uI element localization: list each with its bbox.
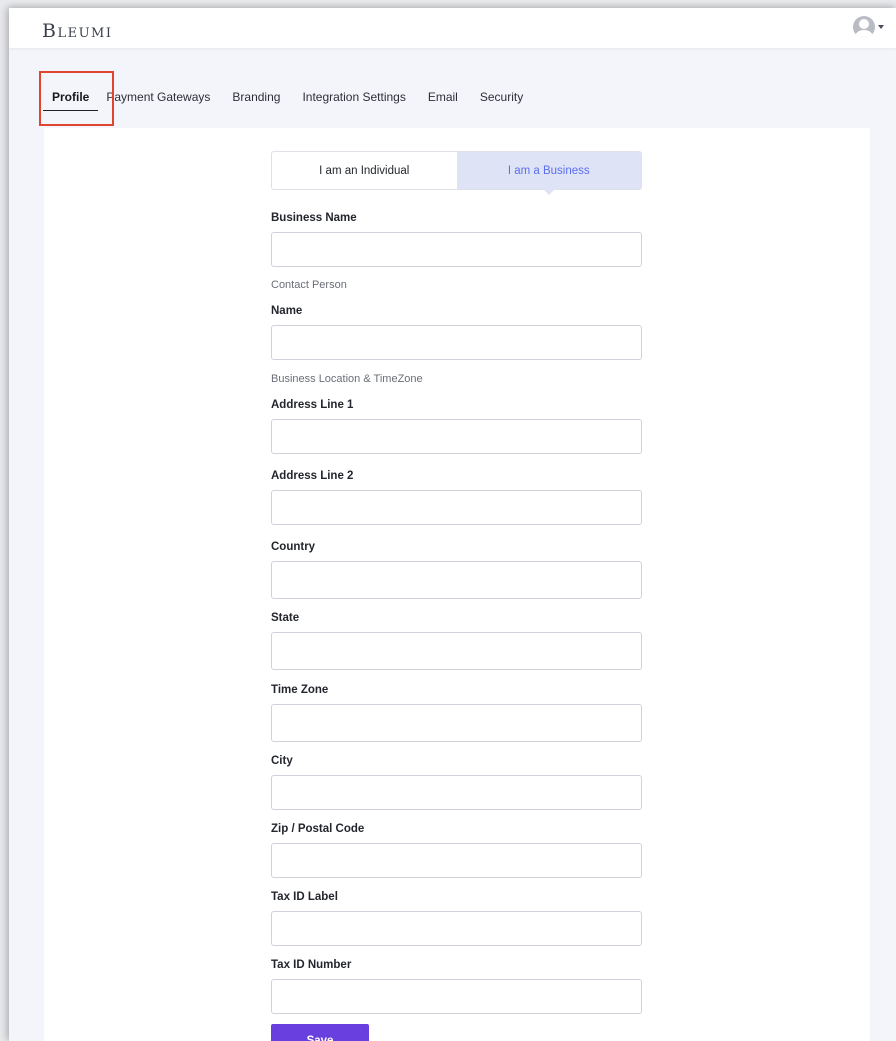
tab-email[interactable]: Email xyxy=(428,84,458,117)
name-input[interactable] xyxy=(271,325,642,360)
profile-form: I am an Individual I am a Business Busin… xyxy=(271,151,642,1041)
address-line-1-input[interactable] xyxy=(271,419,642,454)
city-label: City xyxy=(271,755,293,767)
address-line-2-label: Address Line 2 xyxy=(271,470,354,482)
profile-card: I am an Individual I am a Business Busin… xyxy=(44,128,870,1041)
country-input[interactable] xyxy=(271,561,642,599)
account-type-toggle: I am an Individual I am a Business xyxy=(271,151,642,195)
address-line-1-label: Address Line 1 xyxy=(271,399,354,411)
top-bar: Bleumi xyxy=(9,8,896,48)
time-zone-input[interactable] xyxy=(271,704,642,742)
business-location-heading: Business Location & TimeZone xyxy=(271,373,423,385)
tab-integration-settings[interactable]: Integration Settings xyxy=(302,84,405,117)
user-menu[interactable] xyxy=(853,16,884,38)
zip-postal-code-label: Zip / Postal Code xyxy=(271,823,365,835)
zip-postal-code-input[interactable] xyxy=(271,843,642,878)
tax-id-number-label: Tax ID Number xyxy=(271,959,352,971)
tab-payment-gateways[interactable]: Payment Gateways xyxy=(106,84,210,117)
time-zone-label: Time Zone xyxy=(271,684,329,696)
state-label: State xyxy=(271,612,300,624)
tab-branding[interactable]: Branding xyxy=(232,84,280,117)
individual-option[interactable]: I am an Individual xyxy=(272,152,457,189)
tax-id-label-input[interactable] xyxy=(271,911,642,946)
tab-security[interactable]: Security xyxy=(480,84,523,117)
user-avatar-icon[interactable] xyxy=(853,16,875,38)
business-name-input[interactable] xyxy=(271,232,642,267)
business-option[interactable]: I am a Business xyxy=(456,152,641,195)
name-label: Name xyxy=(271,305,303,317)
tax-id-label-label: Tax ID Label xyxy=(271,891,338,903)
business-name-label: Business Name xyxy=(271,212,357,224)
app-window: Bleumi Profile Payment Gateways Branding… xyxy=(9,8,896,1041)
settings-tabs: Profile Payment Gateways Branding Integr… xyxy=(43,84,545,117)
address-line-2-input[interactable] xyxy=(271,490,642,525)
chevron-down-icon[interactable] xyxy=(878,25,884,29)
tax-id-number-input[interactable] xyxy=(271,979,642,1014)
app-logo[interactable]: Bleumi xyxy=(42,20,113,42)
country-label: Country xyxy=(271,541,316,553)
city-input[interactable] xyxy=(271,775,642,810)
tab-profile[interactable]: Profile xyxy=(43,84,99,117)
contact-person-heading: Contact Person xyxy=(271,279,347,291)
state-input[interactable] xyxy=(271,632,642,670)
save-changes-button[interactable]: Save Changes xyxy=(271,1024,369,1041)
